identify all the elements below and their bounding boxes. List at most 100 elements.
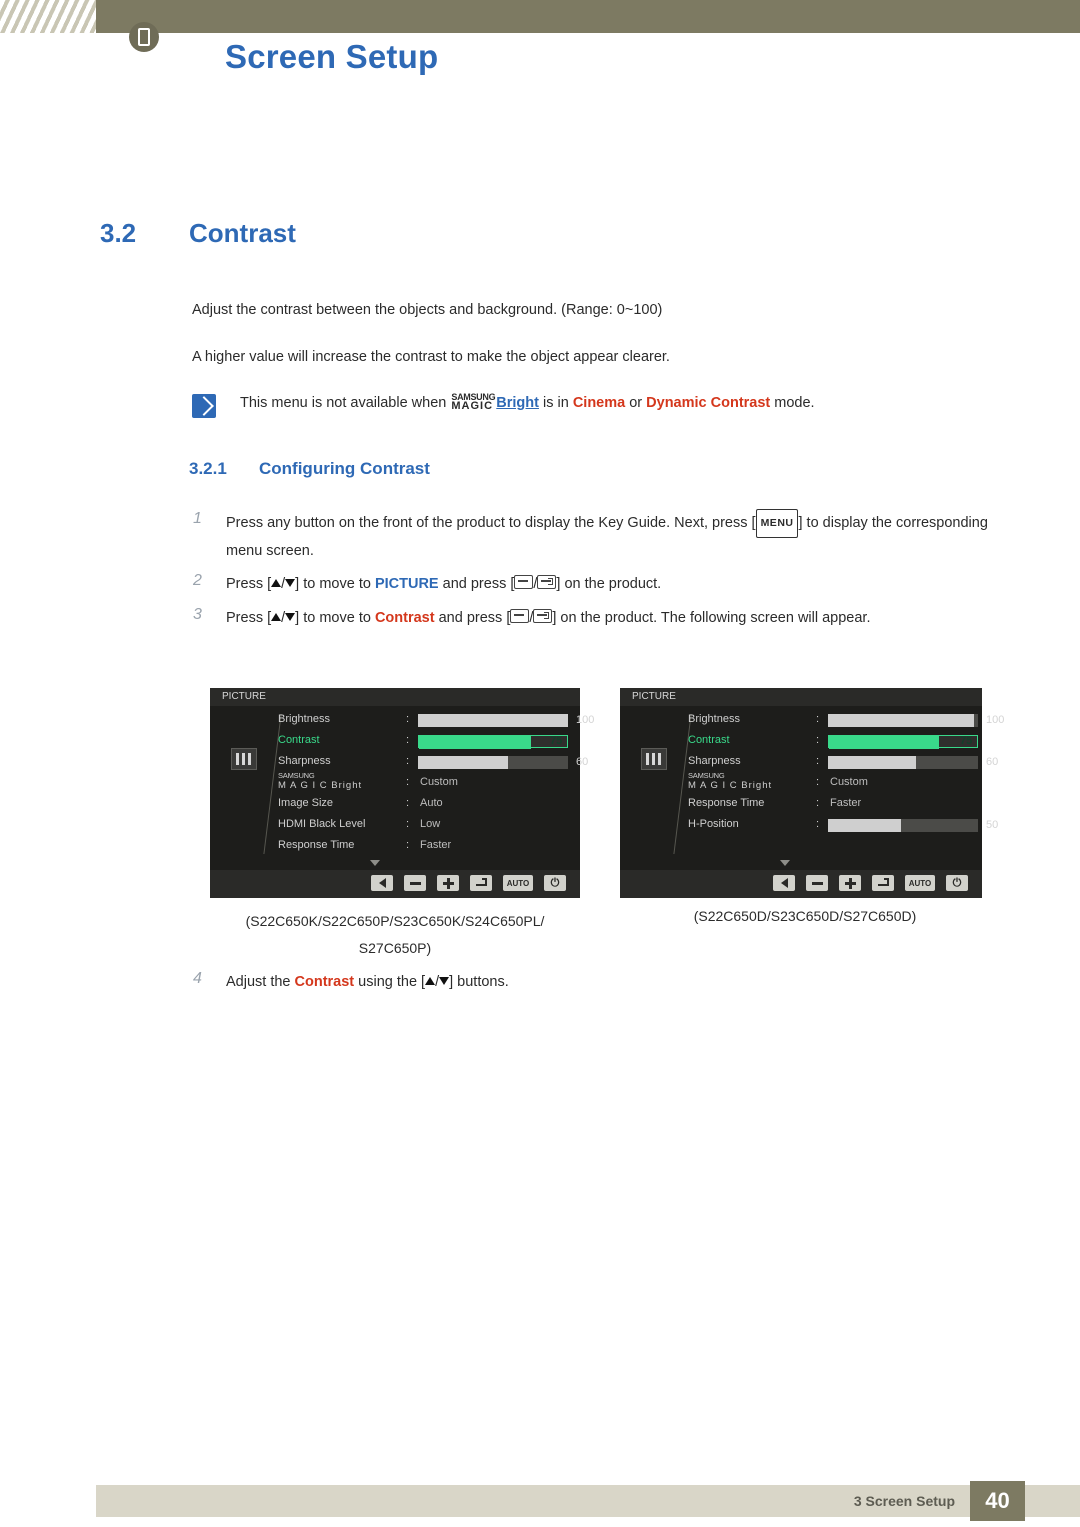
osd-contrast-bar[interactable] [418, 735, 568, 749]
footer-chapter-label: 3 Screen Setup [853, 1493, 955, 1509]
osd-row-response-time[interactable]: Response Time : Faster [278, 836, 568, 857]
plus-button-icon[interactable] [839, 875, 861, 891]
osd-row-magicbright[interactable]: SAMSUNG M A G I C Bright : Custom [688, 771, 978, 794]
note-bright-label: Bright [496, 395, 539, 411]
osd-row-hdmi-black-level[interactable]: HDMI Black Level : Low [278, 815, 568, 836]
note-or: or [625, 395, 647, 411]
osd-row-colon: : [406, 713, 410, 725]
auto-button[interactable]: AUTO [503, 875, 533, 891]
menu-key-badge: MENU [755, 509, 799, 538]
osd-scroll-down-icon[interactable] [780, 860, 790, 866]
return-icon [533, 609, 553, 623]
header-hatch-decoration [0, 0, 96, 33]
osd-contrast-bar[interactable] [828, 735, 978, 749]
enter-icon [510, 609, 530, 623]
picture-icon-glyph [641, 748, 667, 770]
osd-sharpness-value: 60 [576, 756, 589, 768]
subsection-title: Configuring Contrast [259, 459, 430, 478]
footer-page-number: 40 [970, 1481, 1025, 1521]
minus-button-icon[interactable] [404, 875, 426, 891]
step3-part-d: ] on the product. The following screen w… [552, 610, 871, 626]
plus-button-icon[interactable] [437, 875, 459, 891]
osd-sharpness-bar[interactable] [828, 756, 978, 769]
osd-left-title: PICTURE [210, 688, 580, 706]
note-icon [192, 394, 216, 418]
osd-row-label: Contrast [688, 734, 730, 746]
osd-brightness-value: 100 [986, 714, 1005, 726]
power-button-icon[interactable] [946, 875, 968, 891]
osd-left-body: Brightness : 100 Contrast : 75 Sharpness… [210, 706, 594, 870]
minus-button-icon[interactable] [806, 875, 828, 891]
power-button-icon[interactable] [544, 875, 566, 891]
page-title: Screen Setup [225, 38, 439, 75]
osd-right-rows: Brightness : 100 Contrast : 75 Sharpness… [688, 710, 1004, 836]
enter-button-icon[interactable] [872, 875, 894, 891]
osd-row-brightness[interactable]: Brightness : 100 [278, 710, 594, 731]
osd-row-colon: : [816, 713, 820, 725]
osd-contrast-value: 75 [960, 735, 973, 747]
osd-sharpness-bar[interactable] [418, 756, 568, 769]
note-prefix: This menu is not available when [240, 395, 451, 411]
osd-left-footer: AUTO [210, 870, 580, 898]
osd-row-label: Brightness [688, 713, 740, 725]
osd-row-magicbright[interactable]: SAMSUNG M A G I C Bright : Custom [278, 771, 568, 794]
return-icon [537, 575, 557, 589]
caption-left-models: (S22C650K/S22C650P/S23C650K/S24C650PL/ S… [180, 908, 610, 962]
paragraph-range: Adjust the contrast between the objects … [192, 302, 663, 318]
note-mode-cinema: Cinema [572, 395, 626, 411]
step2-part-d: ] on the product. [556, 576, 662, 592]
osd-magicbright-value: Custom [420, 776, 458, 788]
step-number-3: 3 [193, 606, 202, 623]
step2-picture-label: PICTURE [374, 576, 439, 592]
osd-row-brightness[interactable]: Brightness : 100 [688, 710, 1004, 731]
enter-icon [514, 575, 534, 589]
subsection-number: 3.2.1 [189, 459, 227, 478]
osd-magic-magic: M A G I C Bright [278, 780, 363, 791]
osd-row-h-position[interactable]: H-Position : 50 [688, 815, 998, 836]
back-button-icon[interactable] [773, 875, 795, 891]
osd-h-position-bar[interactable] [828, 819, 978, 832]
step2-part-c: and press [ [438, 576, 515, 592]
osd-row-image-size[interactable]: Image Size : Auto [278, 794, 568, 815]
osd-screenshot-left: PICTURE Brightness : 100 Contrast : 75 S… [210, 688, 594, 898]
note-mode-dynamic-contrast: Dynamic Contrast [646, 395, 771, 411]
osd-row-sharpness[interactable]: Sharpness : 60 [278, 752, 588, 773]
step4-part-c: ] buttons. [449, 974, 509, 990]
osd-hdmi-black-level-value: Low [420, 818, 441, 830]
osd-row-colon: : [816, 734, 820, 746]
osd-row-contrast[interactable]: Contrast : 75 [278, 731, 568, 752]
osd-row-response-time[interactable]: Response Time : Faster [688, 794, 978, 815]
osd-row-sharpness[interactable]: Sharpness : 60 [688, 752, 998, 773]
arrow-down-icon [285, 613, 296, 621]
picture-menu-icon [224, 748, 264, 770]
osd-magicbright-logo: SAMSUNG M A G I C Bright [278, 771, 362, 791]
osd-row-label: H-Position [688, 818, 739, 830]
osd-right-footer: AUTO [620, 870, 982, 898]
osd-screenshot-right: PICTURE Brightness : 100 Contrast : 75 S… [620, 688, 1004, 898]
osd-row-label: Response Time [278, 839, 355, 851]
enter-button-icon[interactable] [470, 875, 492, 891]
step4-part-a: Adjust the [226, 974, 295, 990]
auto-button[interactable]: AUTO [905, 875, 935, 891]
osd-left-footer-buttons: AUTO [371, 875, 566, 891]
osd-row-label: Brightness [278, 713, 330, 725]
osd-row-label: HDMI Black Level [278, 818, 366, 830]
osd-scroll-down-icon[interactable] [370, 860, 380, 866]
osd-row-colon: : [816, 755, 820, 767]
osd-row-colon: : [406, 839, 410, 851]
page-header-bar [0, 0, 1080, 33]
note-suffix: mode. [770, 395, 815, 411]
paragraph-description: A higher value will increase the contras… [192, 349, 670, 365]
osd-row-colon: : [406, 755, 410, 767]
caption-left-line2: S27C650P) [358, 940, 432, 956]
step-number-1: 1 [193, 510, 202, 527]
osd-row-colon: : [406, 776, 410, 788]
osd-brightness-bar[interactable] [418, 714, 568, 727]
magicbright-logo: SAMSUNG MAGIC [451, 393, 495, 412]
back-button-icon[interactable] [371, 875, 393, 891]
step2-part-b: ] to move to [295, 576, 375, 592]
osd-magicbright-value: Custom [830, 776, 868, 788]
osd-row-contrast[interactable]: Contrast : 75 [688, 731, 978, 752]
osd-brightness-bar[interactable] [828, 714, 978, 727]
osd-row-colon: : [406, 818, 410, 830]
